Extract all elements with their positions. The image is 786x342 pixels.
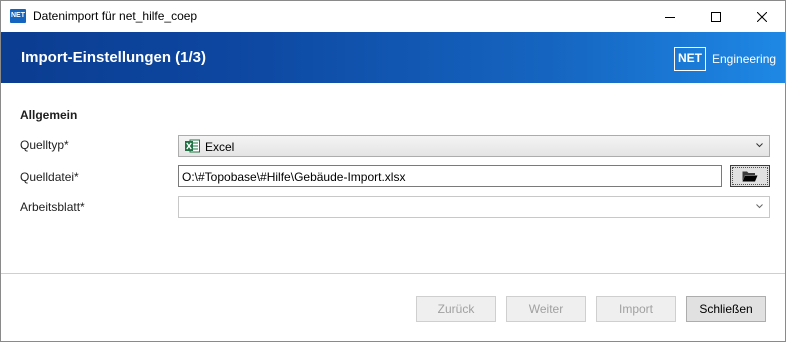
net-engineering-logo: NET Engineering	[674, 46, 776, 72]
close-button[interactable]: Schließen	[686, 296, 766, 322]
quelldatei-value: O:\#Topobase\#Hilfe\Gebäude-Import.xlsx	[182, 170, 406, 184]
maximize-icon	[711, 11, 721, 22]
chevron-down-icon	[756, 143, 763, 148]
folder-open-icon	[742, 171, 758, 182]
close-window-button[interactable]	[739, 1, 785, 32]
footer-divider	[1, 273, 785, 274]
title-bar[interactable]: NET Datenimport für net_hilfe_coep	[1, 1, 785, 32]
chevron-down-icon	[756, 204, 763, 209]
arbeitsblatt-dropdown[interactable]	[178, 196, 770, 218]
quelldatei-label: Quelldatei*	[20, 170, 79, 184]
logo-box: NET	[674, 47, 706, 71]
app-icon: NET	[10, 9, 26, 23]
minimize-icon	[665, 16, 675, 18]
import-dialog-window: NET Datenimport für net_hilfe_coep Impor…	[0, 0, 786, 342]
quelltyp-dropdown[interactable]: Excel	[178, 135, 770, 157]
section-title: Allgemein	[20, 108, 78, 122]
minimize-button[interactable]	[647, 1, 693, 32]
wizard-header: Import-Einstellungen (1/3) NET Engineeri…	[1, 32, 785, 83]
arbeitsblatt-label: Arbeitsblatt*	[20, 200, 85, 214]
page-title: Import-Einstellungen (1/3)	[21, 49, 207, 66]
quelldatei-input[interactable]: O:\#Topobase\#Hilfe\Gebäude-Import.xlsx	[178, 165, 722, 187]
quelltyp-label: Quelltyp*	[20, 138, 69, 152]
quelltyp-value: Excel	[205, 140, 235, 154]
browse-file-button[interactable]	[730, 165, 770, 187]
import-button[interactable]: Import	[596, 296, 676, 322]
excel-icon	[185, 139, 200, 153]
logo-text: Engineering	[712, 52, 777, 66]
window-title: Datenimport für net_hilfe_coep	[33, 9, 198, 23]
close-icon	[757, 11, 767, 22]
back-button[interactable]: Zurück	[416, 296, 496, 322]
next-button[interactable]: Weiter	[506, 296, 586, 322]
maximize-button[interactable]	[693, 1, 739, 32]
